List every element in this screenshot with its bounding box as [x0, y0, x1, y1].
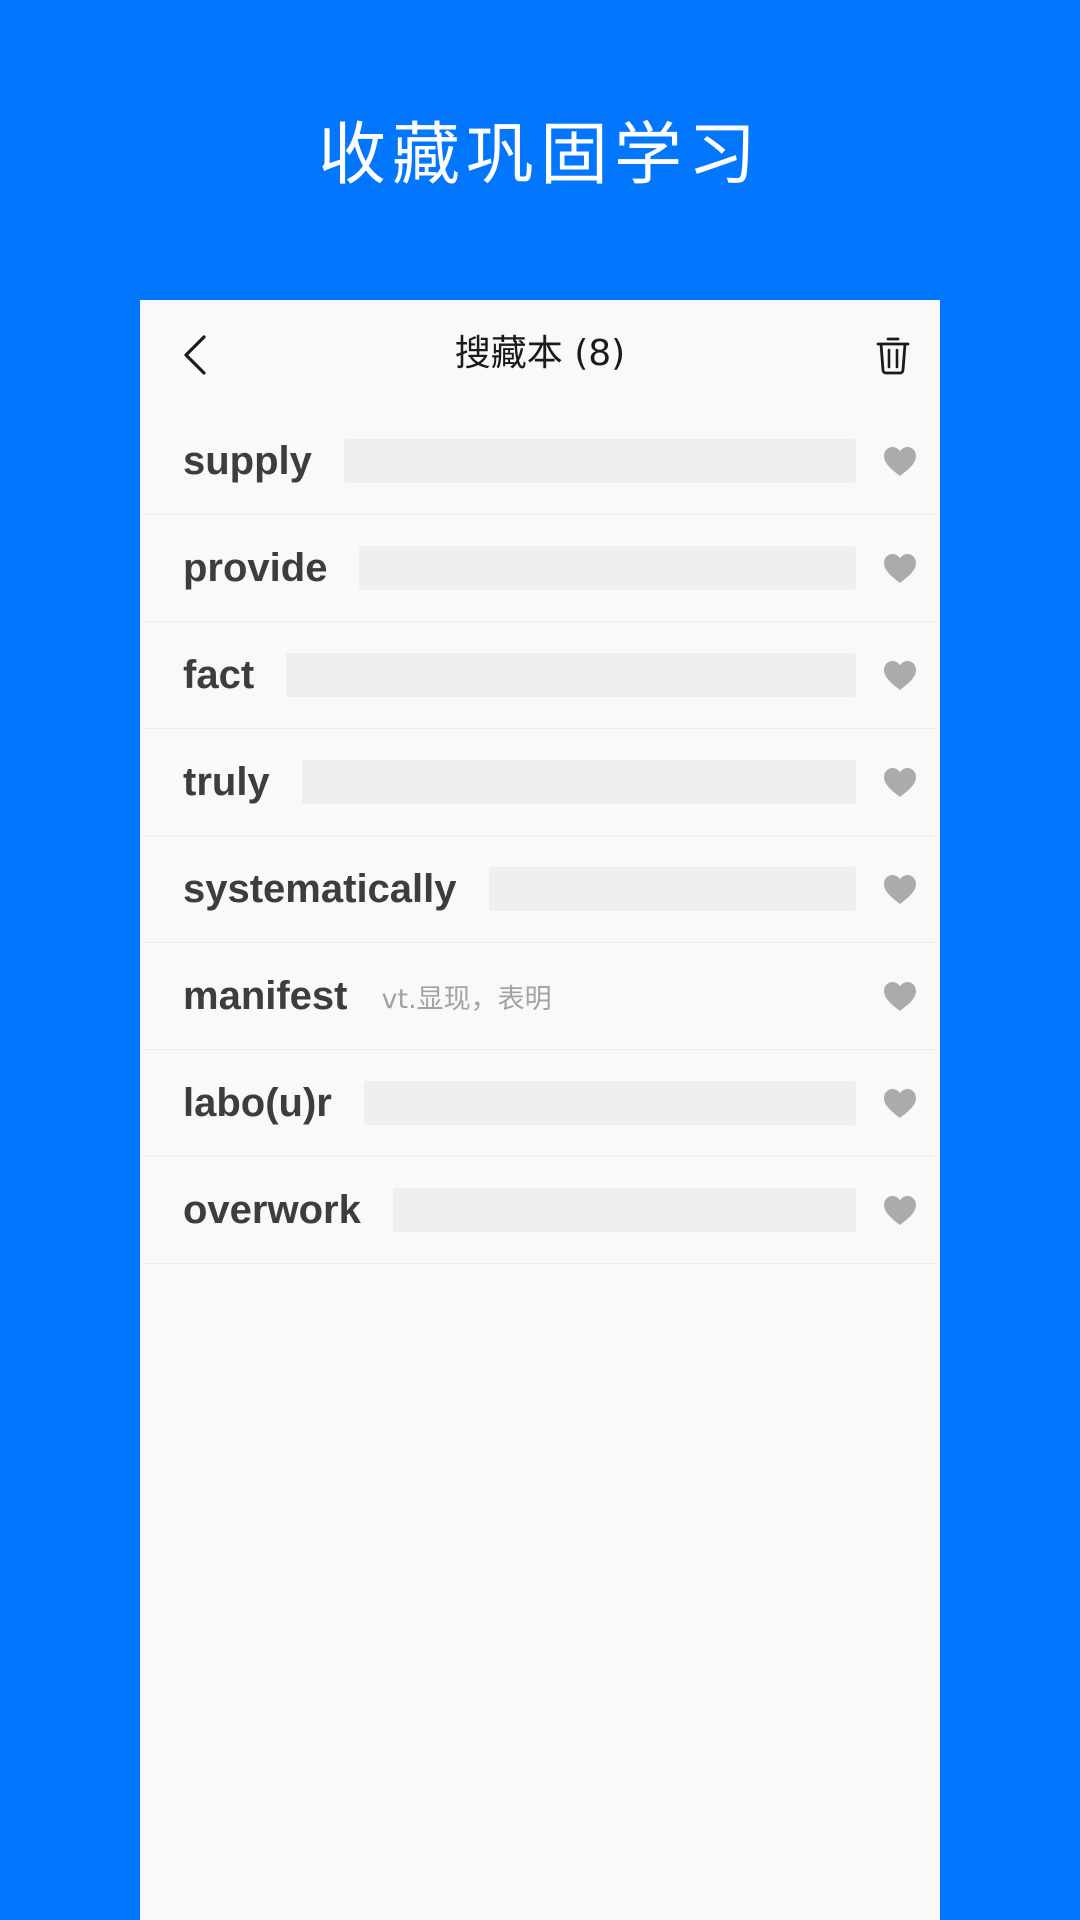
favorite-button[interactable]	[882, 550, 918, 586]
meaning-mask[interactable]	[343, 439, 856, 483]
delete-all-button[interactable]	[868, 330, 918, 380]
word-row[interactable]: systematically	[140, 836, 940, 943]
page-title: 搜藏本 (8)	[454, 333, 626, 374]
favorite-button[interactable]	[882, 1085, 918, 1121]
word-text: truly	[183, 759, 270, 804]
nav-bar: 搜藏本 (8)	[140, 300, 940, 408]
word-meaning: vt.显现，表明	[381, 983, 552, 1015]
word-row[interactable]: manifest vt.显现，表明	[140, 943, 940, 1050]
promo-title: 收藏巩固学习	[317, 116, 762, 195]
heart-icon	[884, 767, 916, 797]
heart-icon	[884, 660, 916, 690]
favorite-button[interactable]	[882, 1192, 918, 1228]
heart-icon	[884, 446, 916, 476]
meaning-mask[interactable]	[488, 867, 856, 911]
trash-icon	[876, 337, 910, 375]
favorite-button[interactable]	[882, 443, 918, 479]
word-text: provide	[183, 545, 328, 590]
favorite-button[interactable]	[882, 978, 918, 1014]
word-text: overwork	[183, 1187, 361, 1232]
word-row[interactable]: fact	[140, 622, 940, 729]
favorite-button[interactable]	[882, 871, 918, 907]
heart-icon	[884, 981, 916, 1011]
word-text: labo(u)r	[183, 1080, 332, 1125]
favorite-button[interactable]	[882, 764, 918, 800]
heart-icon	[884, 874, 916, 904]
heart-icon	[884, 553, 916, 583]
meaning-mask[interactable]	[392, 1188, 856, 1232]
word-text: fact	[183, 652, 255, 697]
word-text: supply	[183, 438, 312, 483]
word-row[interactable]: supply	[140, 408, 940, 515]
word-row[interactable]: truly	[140, 729, 940, 836]
heart-icon	[884, 1195, 916, 1225]
meaning-mask[interactable]	[359, 546, 856, 590]
word-row[interactable]: provide	[140, 515, 940, 622]
word-row[interactable]: labo(u)r	[140, 1050, 940, 1157]
word-row[interactable]: overwork	[140, 1157, 940, 1264]
word-text: systematically	[183, 866, 457, 911]
word-text: manifest	[183, 973, 348, 1018]
favorite-button[interactable]	[882, 657, 918, 693]
heart-icon	[884, 1088, 916, 1118]
meaning-mask[interactable]	[363, 1081, 856, 1125]
word-list: supply provide fact truly systematically mani…	[140, 408, 940, 1264]
app-screen: 搜藏本 (8) supply provide fact truly systematic…	[140, 300, 940, 1920]
meaning-mask[interactable]	[301, 760, 856, 804]
meaning-mask[interactable]	[286, 653, 856, 697]
